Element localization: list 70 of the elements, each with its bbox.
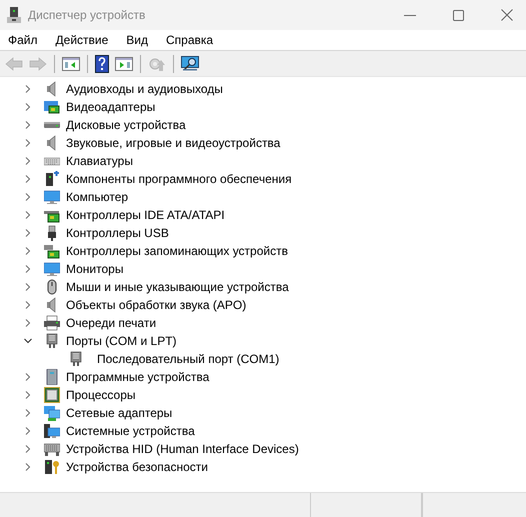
show-hide-action-pane-button[interactable] [113,54,135,72]
window-title: Диспетчер устройств [28,8,146,22]
monitor-icon [44,261,60,277]
expand-chevron-icon[interactable] [24,391,32,399]
app-icon [7,7,21,23]
expand-chevron-icon[interactable] [24,265,32,273]
port-connector-icon [68,351,84,367]
expand-chevron-icon[interactable] [24,229,32,237]
minimize-icon[interactable] [404,14,416,16]
expand-chevron-icon[interactable] [24,103,32,111]
tree-item[interactable]: Устройства HID (Human Interface Devices) [66,442,299,456]
expand-chevron-icon[interactable] [24,139,32,147]
tree-item[interactable]: Системные устройства [66,424,195,438]
tree-item[interactable]: Клавиатуры [66,154,133,168]
security-device-icon [44,459,60,475]
expand-chevron-icon[interactable] [24,283,32,291]
display-adapter-icon [44,99,60,115]
menu-item[interactable]: Справка [161,33,218,47]
help-button[interactable] [93,52,111,74]
tree-item[interactable]: Мониторы [66,262,124,276]
tree-item[interactable]: Устройства безопасности [66,460,208,474]
maximize-icon[interactable] [453,10,464,20]
port-connector-icon [44,333,60,349]
expand-chevron-icon[interactable] [24,409,32,417]
tree-item[interactable]: Процессоры [66,388,136,402]
expand-chevron-icon[interactable] [24,193,32,201]
close-icon[interactable] [501,9,513,21]
hid-device-icon [44,441,60,457]
tree-item[interactable]: Контроллеры IDE ATA/ATAPI [66,208,225,222]
tree-item[interactable]: Программные устройства [66,370,210,384]
tree-item[interactable]: Последовательный порт (COM1) [97,352,280,366]
expand-chevron-icon[interactable] [24,157,32,165]
tree-item[interactable]: Объекты обработки звука (APO) [66,298,246,312]
expand-chevron-icon[interactable] [24,445,32,453]
printer-icon [44,315,60,331]
processor-icon [44,387,60,403]
tree-item[interactable]: Компьютер [66,190,128,204]
expand-chevron-icon[interactable] [24,427,32,435]
expand-chevron-icon[interactable] [24,175,32,183]
expand-chevron-icon[interactable] [24,301,32,309]
tree-item[interactable]: Контроллеры USB [66,226,169,240]
tree-item[interactable]: Видеоадаптеры [66,100,156,114]
menu-item[interactable]: Вид [121,33,153,47]
network-icon [44,405,60,421]
component-icon [44,171,60,187]
system-devices-icon [44,423,60,439]
expand-chevron-icon[interactable] [24,463,32,471]
disk-drive-icon [44,122,60,128]
expand-chevron-icon[interactable] [24,247,32,255]
expand-chevron-icon[interactable] [24,121,32,129]
tree-item[interactable]: Порты (COM и LPT) [66,334,177,348]
tree-item[interactable]: Звуковые, игровые и видеоустройства [66,136,280,150]
expand-chevron-icon[interactable] [24,85,32,93]
show-hide-tree-button[interactable] [60,54,82,72]
tree-item[interactable]: Сетевые адаптеры [66,406,172,420]
expand-chevron-icon[interactable] [24,373,32,381]
tree-item[interactable]: Дисковые устройства [66,118,186,132]
tree-item[interactable]: Мыши и иные указывающие устройства [66,280,289,294]
monitor-icon [44,189,60,205]
storage-controller-icon [44,243,60,259]
expand-chevron-icon[interactable] [24,319,32,327]
tree-item[interactable]: Контроллеры запоминающих устройств [66,244,288,258]
collapse-chevron-icon[interactable] [24,337,32,345]
tree-item[interactable]: Аудиовходы и аудиовыходы [66,82,223,96]
device-tower-icon [44,369,60,385]
tree-item[interactable]: Очереди печати [66,316,156,330]
menu-item[interactable]: Файл [3,33,43,47]
menu-item[interactable]: Действие [50,33,114,47]
tree-item[interactable]: Компоненты программного обеспечения [66,172,292,186]
expand-chevron-icon[interactable] [24,211,32,219]
